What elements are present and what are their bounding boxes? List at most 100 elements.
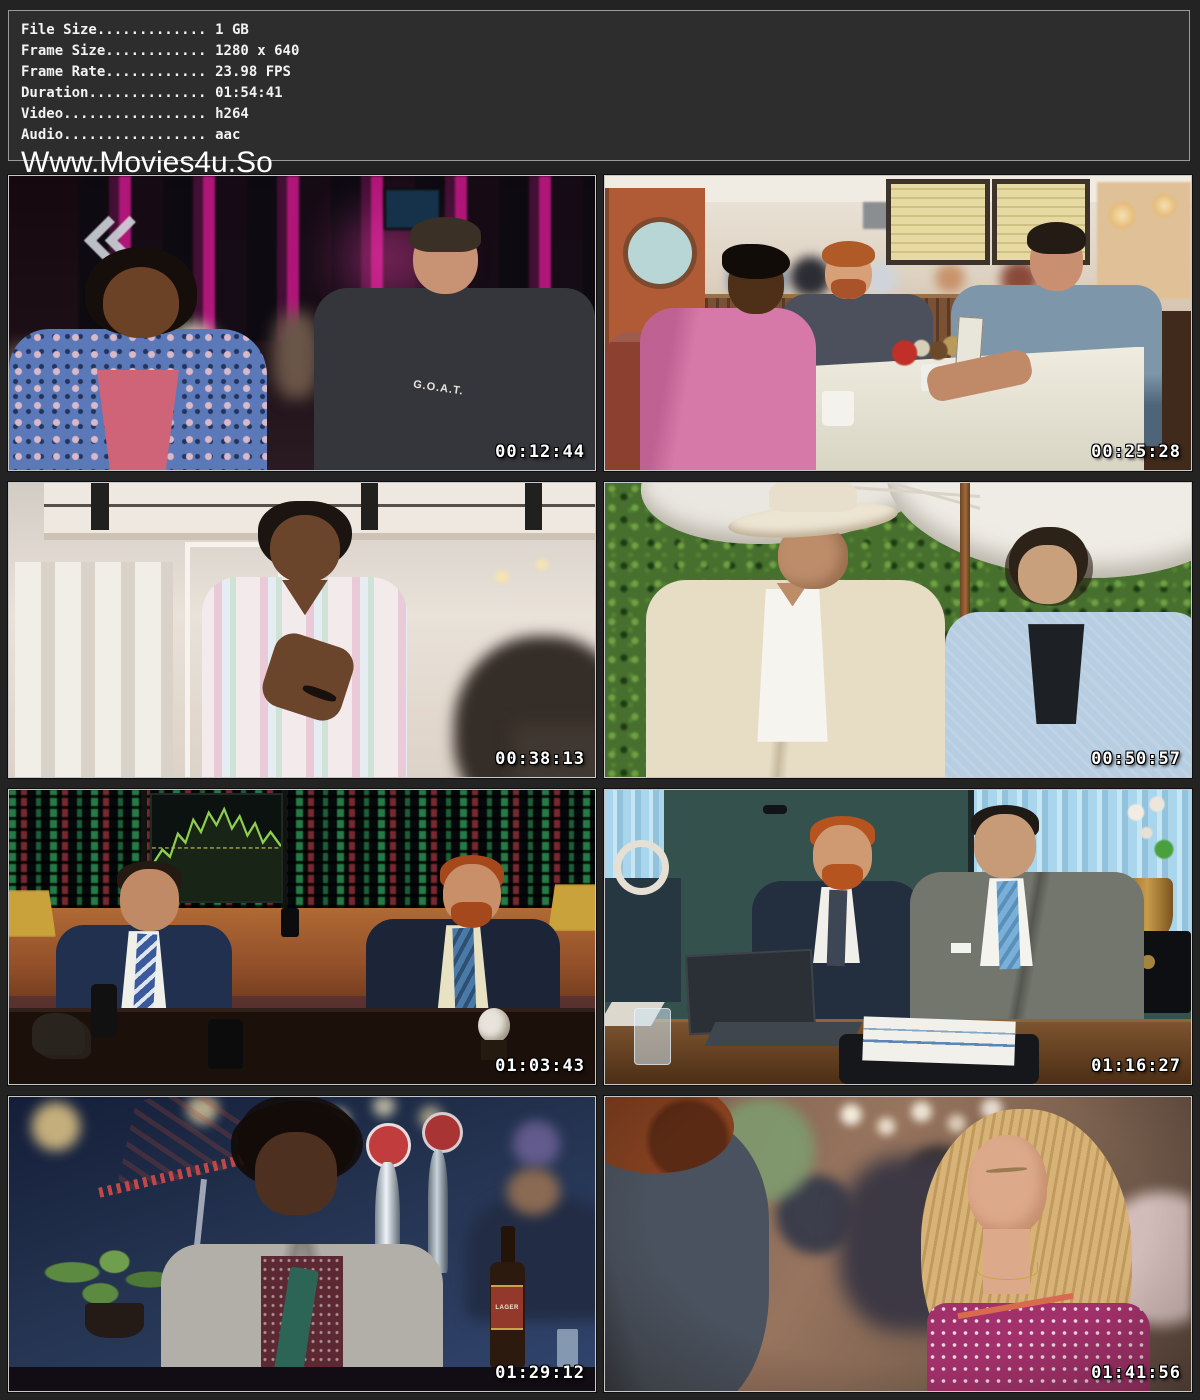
ticker-grid: [9, 790, 595, 908]
cowboy-hat-crown: [769, 483, 857, 512]
screenshot-cell-7: LAGER 01:29:12: [8, 1096, 596, 1392]
file-info-row: Duration.............. 01:54:41: [21, 83, 1189, 104]
screenshot-cell-5: 01:03:43: [8, 789, 596, 1085]
ring-sculpture: [614, 840, 669, 895]
dark-tie: [826, 890, 846, 967]
scene-pub: LAGER: [9, 1097, 595, 1391]
menu-board: [886, 179, 990, 265]
rail-post: [91, 483, 109, 530]
man-hair: [1027, 222, 1086, 254]
scene-nightclub: G.O.A.T.: [9, 176, 595, 470]
man-pink-tank: [640, 308, 816, 470]
stock-ticker-screens: [9, 790, 595, 913]
screenshot-grid: G.O.A.T. 00:12:44: [8, 175, 1192, 1392]
man-face: [103, 267, 179, 338]
file-info-panel: File Size.............1 GB Frame Size...…: [8, 10, 1190, 161]
man-face: [974, 814, 1036, 879]
beer-bottle-label: LAGER: [491, 1285, 523, 1330]
coffee-mug: [822, 391, 854, 426]
screenshot-cell-8: 01:41:56: [604, 1096, 1192, 1392]
black-tumbler: [91, 984, 117, 1037]
porthole-window: [623, 217, 697, 289]
dot-leader: ............: [105, 43, 206, 59]
screenshot-cell-3: 00:38:13: [8, 482, 596, 778]
timestamp-overlay: 00:50:57: [1091, 749, 1181, 769]
info-value: 23.98 FPS: [215, 64, 291, 80]
blurred-patron: [466, 1197, 595, 1320]
file-info-row: Frame Size............ 1280 x 640: [21, 41, 1189, 62]
info-value: 1280 x 640: [215, 43, 299, 59]
timestamp-overlay: 01:29:12: [495, 1363, 585, 1383]
man-beard: [822, 864, 863, 890]
scene-garden: [605, 483, 1191, 777]
dot-leader: .................: [63, 106, 206, 122]
file-info-row: File Size.............1 GB: [21, 20, 1189, 41]
bull-statue: [32, 1013, 85, 1054]
info-label: Video: [21, 106, 63, 122]
globe-lamp: [1109, 202, 1135, 228]
pocket-square: [951, 943, 971, 953]
info-value: 1 GB: [215, 22, 249, 38]
info-label: Audio: [21, 127, 63, 143]
dot-leader: ..............: [88, 85, 206, 101]
scene-loft: [9, 483, 595, 777]
beer-tap-badge: [422, 1112, 463, 1153]
screenshot-cell-2: 00:25:28: [604, 175, 1192, 471]
dot-leader: ............: [105, 64, 206, 80]
screenshot-cell-6: 01:16:27: [604, 789, 1192, 1085]
info-label: Duration: [21, 85, 88, 101]
man-face: [270, 515, 340, 583]
slatted-wall: [15, 562, 173, 777]
football-trophy: [478, 1008, 510, 1043]
man-hair: [410, 217, 481, 252]
white-shirt: [757, 589, 827, 742]
dot-leader: .................: [63, 127, 206, 143]
scene-trading-floor: [9, 790, 595, 1084]
timestamp-overlay: 00:38:13: [495, 749, 585, 769]
rail-post: [361, 483, 379, 530]
info-label: Frame Rate: [21, 64, 105, 80]
ceiling-light: [495, 571, 509, 583]
blurred-patron-head: [507, 1168, 560, 1215]
timestamp-overlay: 01:03:43: [495, 1056, 585, 1076]
plant-pot: [85, 1303, 144, 1338]
info-label: File Size: [21, 22, 97, 38]
black-tumbler: [208, 1019, 243, 1069]
media-info-sheet: File Size.............1 GB Frame Size...…: [0, 0, 1200, 1400]
beer-bottle-neck: [501, 1226, 515, 1264]
man-face: [255, 1132, 337, 1214]
screenshot-cell-1: G.O.A.T. 00:12:44: [8, 175, 596, 471]
ceiling-light: [536, 559, 548, 570]
scene-party: [605, 1097, 1191, 1391]
shot-glass: [557, 1329, 578, 1367]
scene-boardroom: [605, 790, 1191, 1084]
brass-lamp: [548, 884, 595, 931]
vignette: [605, 1097, 1191, 1391]
wall-camera: [281, 908, 299, 937]
bottle-label-text: LAGER: [495, 1305, 519, 1311]
orchid-flowers: [1115, 796, 1185, 878]
rail-post: [525, 483, 543, 530]
brass-lamp: [9, 890, 56, 937]
white-document: [862, 1017, 1016, 1066]
info-value: h264: [215, 106, 249, 122]
blurred-patron: [273, 311, 320, 399]
scene-diner: [605, 176, 1191, 470]
info-label: Frame Size: [21, 43, 105, 59]
file-info-row: Video................. h264: [21, 104, 1189, 125]
street-window: [1097, 182, 1191, 300]
man-hair: [722, 244, 789, 279]
timestamp-overlay: 01:41:56: [1091, 1363, 1181, 1383]
man-face: [120, 869, 179, 931]
cabinet: [605, 878, 681, 1001]
wall-hook: [763, 805, 786, 814]
screenshot-cell-4: 00:50:57: [604, 482, 1192, 778]
man-red-hair: [822, 241, 875, 267]
timestamp-overlay: 00:12:44: [495, 442, 585, 462]
pink-tshirt: [97, 370, 179, 470]
file-info-row: Audio.................aac: [21, 125, 1189, 146]
water-glass: [634, 1008, 671, 1066]
condiment-caddy: [892, 320, 962, 367]
info-value: 01:54:41: [215, 85, 282, 101]
timestamp-overlay: 00:25:28: [1091, 442, 1181, 462]
